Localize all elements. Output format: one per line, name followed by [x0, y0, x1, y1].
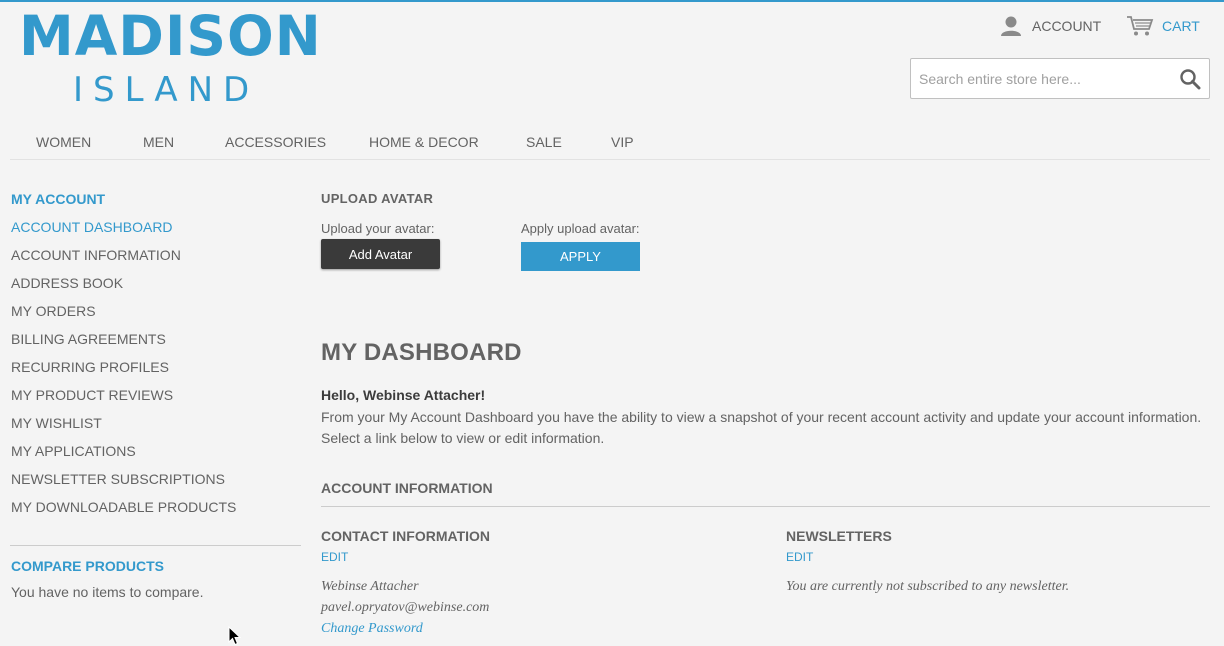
- welcome-message: Hello, Webinse Attacher!: [321, 387, 486, 403]
- sidebar-item-my-applications[interactable]: MY APPLICATIONS: [11, 442, 236, 470]
- compare-products-empty-text: You have no items to compare.: [11, 584, 204, 600]
- compare-products-title: COMPARE PRODUCTS: [11, 558, 164, 574]
- sidebar-item-address-book[interactable]: ADDRESS BOOK: [11, 274, 236, 302]
- sidebar-menu: ACCOUNT DASHBOARD ACCOUNT INFORMATION AD…: [11, 218, 236, 526]
- cart-label: CART: [1162, 18, 1200, 34]
- apply-avatar-label: Apply upload avatar:: [521, 221, 640, 236]
- cart-link[interactable]: CART: [1126, 14, 1200, 38]
- search-input[interactable]: [911, 59, 1166, 98]
- nav-item-women[interactable]: WOMEN: [36, 134, 91, 150]
- nav-item-sale[interactable]: SALE: [526, 134, 562, 150]
- add-avatar-button[interactable]: Add Avatar: [321, 239, 440, 269]
- sidebar-divider: [10, 545, 301, 546]
- cart-icon: [1127, 16, 1154, 36]
- search-icon[interactable]: [1179, 68, 1201, 90]
- newsletter-status-text: You are currently not subscribed to any …: [786, 579, 1070, 594]
- user-icon: [1001, 16, 1021, 36]
- nav-item-home-decor[interactable]: HOME & DECOR: [369, 134, 479, 150]
- account-information-title: ACCOUNT INFORMATION: [321, 480, 493, 496]
- nav-item-vip[interactable]: VIP: [611, 134, 634, 150]
- sidebar-item-my-orders[interactable]: MY ORDERS: [11, 302, 236, 330]
- account-label: ACCOUNT: [1032, 18, 1102, 34]
- sidebar-item-newsletter-subscriptions[interactable]: NEWSLETTER SUBSCRIPTIONS: [11, 470, 236, 498]
- change-password-link[interactable]: Change Password: [321, 621, 423, 637]
- sidebar-title: MY ACCOUNT: [11, 191, 106, 207]
- account-link[interactable]: ACCOUNT: [1000, 14, 1101, 38]
- newsletters-title: NEWSLETTERS: [786, 528, 892, 544]
- sidebar-item-billing-agreements[interactable]: BILLING AGREEMENTS: [11, 330, 236, 358]
- sidebar-item-my-product-reviews[interactable]: MY PRODUCT REVIEWS: [11, 386, 236, 414]
- search-box: [910, 58, 1210, 99]
- apply-button[interactable]: APPLY: [521, 242, 640, 271]
- contact-edit-link[interactable]: EDIT: [321, 550, 348, 564]
- dashboard-intro-text: From your My Account Dashboard you have …: [321, 409, 1202, 446]
- sidebar-item-recurring-profiles[interactable]: RECURRING PROFILES: [11, 358, 236, 386]
- sidebar-item-my-wishlist[interactable]: MY WISHLIST: [11, 414, 236, 442]
- sidebar-item-account-information[interactable]: ACCOUNT INFORMATION: [11, 246, 236, 274]
- mouse-cursor-icon: [228, 626, 242, 646]
- newsletters-edit-link[interactable]: EDIT: [786, 550, 813, 564]
- upload-avatar-title: UPLOAD AVATAR: [321, 191, 434, 206]
- main-nav: WOMEN MEN ACCESSORIES HOME & DECOR SALE …: [10, 128, 1210, 160]
- page-title: MY DASHBOARD: [321, 339, 522, 366]
- contact-name: Webinse Attacher: [321, 579, 419, 594]
- nav-item-accessories[interactable]: ACCESSORIES: [225, 134, 326, 150]
- upload-avatar-label: Upload your avatar:: [321, 221, 435, 236]
- contact-information-title: CONTACT INFORMATION: [321, 528, 491, 544]
- nav-item-men[interactable]: MEN: [143, 134, 174, 150]
- sidebar-item-my-downloadable-products[interactable]: MY DOWNLOADABLE PRODUCTS: [11, 498, 236, 526]
- logo-sub-text[interactable]: ISLAND: [73, 70, 259, 110]
- contact-email: pavel.opryatov@webinse.com: [321, 600, 490, 615]
- logo-main-text[interactable]: MADISON: [19, 4, 322, 68]
- account-information-divider: [321, 506, 1210, 507]
- sidebar-item-account-dashboard[interactable]: ACCOUNT DASHBOARD: [11, 218, 236, 246]
